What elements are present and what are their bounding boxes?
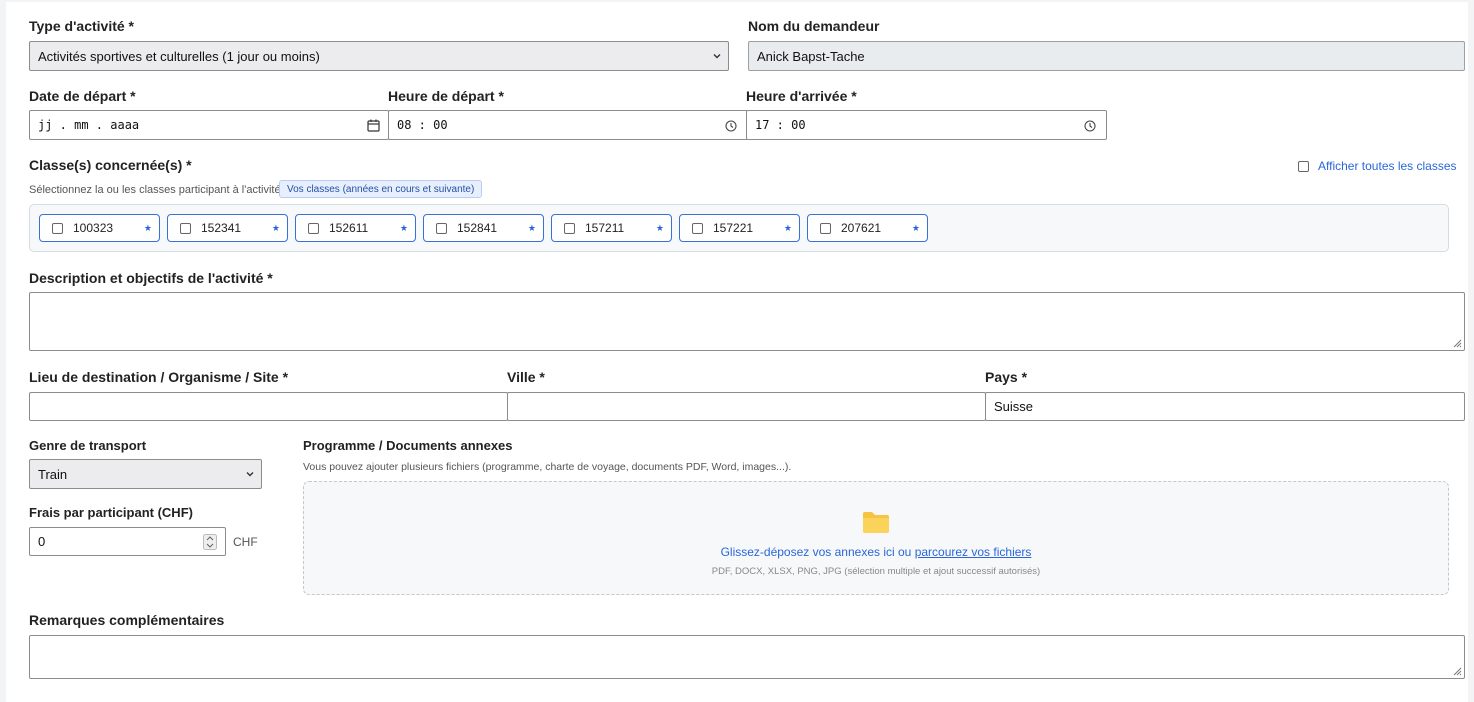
departure-date-value: jj . mm . aaaa: [38, 118, 140, 132]
dropzone-formats: PDF, DOCX, XLSX, PNG, JPG (sélection mul…: [711, 566, 1041, 577]
requester-value: Anick Bapst-Tache: [757, 48, 865, 64]
fees-value: 0: [38, 534, 46, 549]
country-input[interactable]: Suisse: [985, 392, 1465, 421]
country-label: Pays *: [985, 369, 1028, 385]
class-checkbox[interactable]: [564, 222, 575, 234]
form-card: [6, 2, 1468, 702]
class-chip[interactable]: 207621 ★: [807, 214, 928, 242]
browse-files-link[interactable]: parcourez vos fichiers: [915, 545, 1032, 559]
class-chip[interactable]: 152841 ★: [423, 214, 544, 242]
city-input[interactable]: [507, 392, 986, 421]
folder-icon: [863, 512, 889, 533]
destination-input[interactable]: [29, 392, 508, 421]
classes-badge: Vos classes (années en cours et suivante…: [279, 180, 483, 198]
arrival-time-input[interactable]: 17 : 00: [746, 110, 1107, 140]
departure-date-input[interactable]: jj . mm . aaaa: [29, 110, 389, 140]
documents-label: Programme / Documents annexes: [303, 438, 513, 453]
clock-icon[interactable]: [1084, 120, 1096, 132]
country-value: Suisse: [994, 399, 1034, 414]
star-icon: ★: [399, 223, 408, 233]
star-icon: ★: [271, 223, 280, 233]
resize-grip-icon[interactable]: [1452, 666, 1462, 676]
remarks-label: Remarques complémentaires: [29, 612, 225, 628]
departure-time-label: Heure de départ *: [388, 88, 504, 104]
star-icon: ★: [143, 223, 152, 233]
departure-time-input[interactable]: 08 : 00: [388, 110, 748, 140]
requester-field[interactable]: Anick Bapst-Tache: [748, 41, 1465, 71]
city-label: Ville *: [507, 369, 545, 385]
documents-hint: Vous pouvez ajouter plusieurs fichiers (…: [303, 461, 792, 473]
class-code: 152841: [457, 221, 498, 235]
transport-value: Train: [38, 466, 68, 482]
resize-grip-icon[interactable]: [1452, 338, 1462, 348]
classes-label: Classe(s) concernée(s) *: [29, 157, 192, 173]
transport-label: Genre de transport: [29, 438, 147, 453]
description-label: Description et objectifs de l'activité *: [29, 270, 273, 286]
number-stepper-icon[interactable]: [203, 534, 217, 550]
classes-hint: Sélectionnez la ou les classes participa…: [29, 184, 281, 196]
class-code: 152341: [201, 221, 242, 235]
clock-icon[interactable]: [725, 120, 737, 132]
calendar-icon[interactable]: [367, 119, 380, 132]
class-checkbox[interactable]: [52, 222, 63, 234]
class-chip[interactable]: 100323 ★: [39, 214, 160, 242]
star-icon: ★: [911, 223, 920, 233]
class-chip[interactable]: 152611 ★: [295, 214, 416, 242]
class-code: 152611: [329, 221, 369, 235]
class-code: 207621: [841, 221, 882, 235]
class-chip[interactable]: 157221 ★: [679, 214, 800, 242]
class-checkbox[interactable]: [820, 222, 831, 234]
activity-type-label: Type d'activité *: [29, 18, 134, 34]
file-dropzone[interactable]: Glissez-déposez vos annexes ici ou parco…: [303, 481, 1449, 595]
transport-select[interactable]: Train: [29, 459, 262, 489]
chevron-down-icon: [246, 472, 254, 477]
class-checkbox[interactable]: [308, 222, 319, 234]
fees-input[interactable]: 0: [29, 527, 226, 556]
fees-unit: CHF: [233, 535, 258, 549]
fees-label: Frais par participant (CHF): [29, 505, 193, 520]
chevron-down-icon: [713, 54, 721, 59]
class-checkbox[interactable]: [692, 222, 703, 234]
destination-label: Lieu de destination / Organisme / Site *: [29, 369, 289, 385]
arrival-time-value: 17 : 00: [755, 118, 806, 132]
description-textarea[interactable]: [29, 292, 1465, 351]
show-all-classes-label[interactable]: Afficher toutes les classes: [1318, 159, 1457, 173]
class-chip[interactable]: 152341 ★: [167, 214, 288, 242]
departure-date-label: Date de départ *: [29, 88, 136, 104]
show-all-classes-checkbox[interactable]: [1298, 160, 1309, 172]
arrival-time-label: Heure d'arrivée *: [746, 88, 857, 104]
requester-label: Nom du demandeur: [748, 18, 880, 34]
dropzone-text-line: Glissez-déposez vos annexes ici ou parco…: [304, 545, 1448, 559]
class-code: 157221: [713, 221, 754, 235]
star-icon: ★: [783, 223, 792, 233]
class-checkbox[interactable]: [436, 222, 447, 234]
star-icon: ★: [527, 223, 536, 233]
class-code: 100323: [73, 221, 114, 235]
class-chip[interactable]: 157211 ★: [551, 214, 672, 242]
departure-time-value: 08 : 00: [397, 118, 448, 132]
remarks-textarea[interactable]: [29, 635, 1465, 679]
activity-type-select[interactable]: Activités sportives et culturelles (1 jo…: [29, 41, 729, 71]
show-all-classes-toggle[interactable]: Afficher toutes les classes: [1298, 159, 1457, 173]
activity-type-value: Activités sportives et culturelles (1 jo…: [38, 48, 320, 64]
class-code: 157211: [585, 221, 625, 235]
class-checkbox[interactable]: [180, 222, 191, 234]
star-icon: ★: [655, 223, 664, 233]
dropzone-text: Glissez-déposez vos annexes ici ou: [720, 545, 912, 559]
